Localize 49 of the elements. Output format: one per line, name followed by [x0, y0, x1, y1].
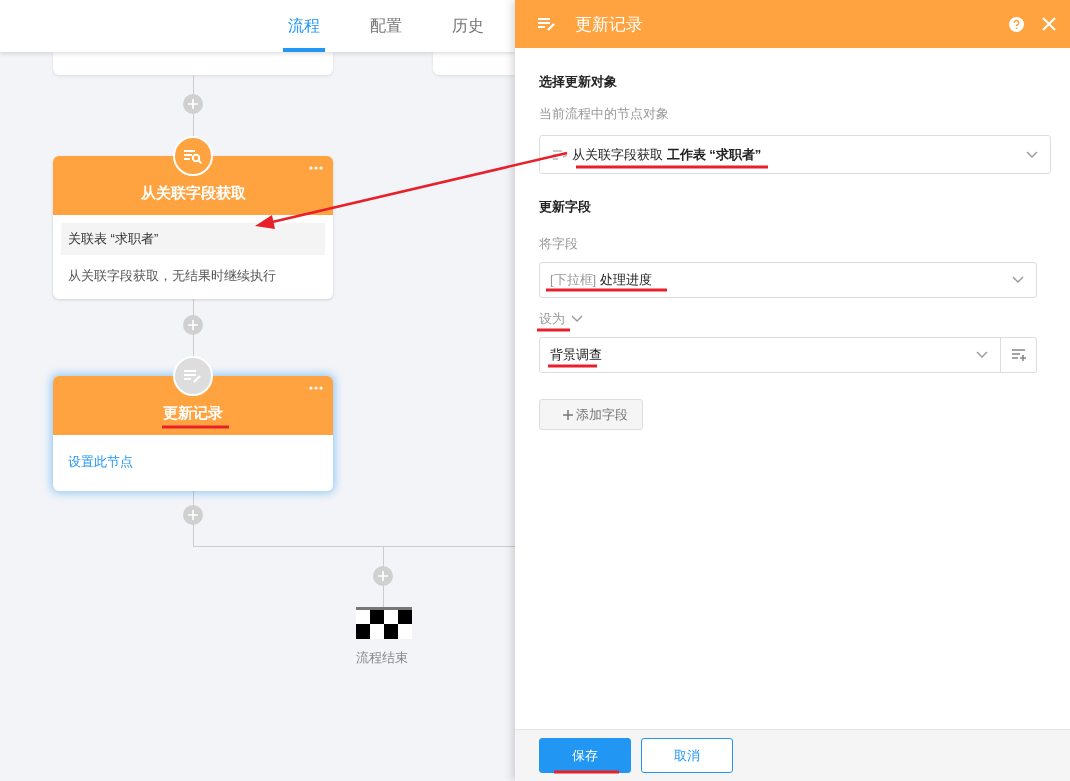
annotation-underline	[162, 425, 229, 429]
list-add-icon	[1010, 348, 1027, 362]
tab[interactable]: 配置	[365, 0, 407, 52]
list-edit-icon	[173, 356, 213, 396]
field-select[interactable]: [下拉框] 处理进度	[539, 262, 1037, 298]
chevron-down-icon	[1012, 276, 1024, 284]
node-card[interactable]	[433, 52, 515, 75]
insert-field-button[interactable]	[1001, 337, 1037, 373]
cancel-button[interactable]: 取消	[641, 738, 733, 773]
node-card[interactable]: 从关联字段获取 关联表 “求职者” 从关联字段获取，无结果时继续执行	[53, 156, 333, 299]
node-title: 从关联字段获取	[140, 184, 246, 203]
related-table-label: 关联表 “求职者”	[61, 223, 325, 255]
more-icon[interactable]	[309, 166, 323, 170]
node-card[interactable]	[53, 52, 333, 75]
node-summary: 从关联字段获取，无结果时继续执行	[67, 267, 277, 285]
section-heading: 选择更新对象	[539, 73, 618, 91]
add-step-icon[interactable]	[183, 315, 203, 335]
add-step-icon[interactable]	[373, 566, 393, 586]
chevron-down-icon	[571, 315, 583, 323]
field-label: 将字段	[539, 235, 579, 253]
end-label: 流程结束	[356, 649, 408, 667]
annotation-underline	[554, 770, 619, 774]
tab[interactable]: 历史	[447, 0, 489, 52]
more-icon[interactable]	[309, 386, 323, 390]
tab[interactable]: 流程	[283, 0, 325, 52]
configure-node-link[interactable]: 设置此节点	[61, 443, 140, 477]
node-title: 更新记录	[163, 404, 223, 423]
list-search-icon	[173, 136, 213, 176]
section-heading: 更新字段	[539, 198, 592, 216]
field-label: 当前流程中的节点对象	[539, 105, 670, 123]
list-edit-icon	[537, 16, 557, 32]
add-step-icon[interactable]	[183, 505, 203, 525]
close-icon[interactable]	[1042, 17, 1056, 31]
help-icon[interactable]	[1009, 16, 1024, 32]
value-select[interactable]: 背景调查	[539, 337, 1001, 373]
chevron-down-icon	[976, 351, 988, 359]
checkered-flag-icon	[356, 607, 412, 639]
add-field-button[interactable]: 添加字段	[539, 399, 643, 430]
list-search-icon	[552, 148, 568, 161]
annotation-underline	[548, 364, 597, 368]
save-button[interactable]: 保存	[539, 738, 631, 773]
node-select[interactable]: 从关联字段获取 工作表 “求职者”	[539, 135, 1051, 174]
panel-title: 更新记录	[575, 13, 644, 36]
annotation-underline	[537, 328, 570, 332]
add-step-icon[interactable]	[183, 94, 203, 114]
chevron-down-icon	[1026, 150, 1038, 159]
node-card[interactable]: 更新记录 设置此节点	[53, 376, 333, 491]
set-mode-dropdown[interactable]: 设为	[539, 310, 1046, 328]
plus-icon	[563, 409, 573, 420]
